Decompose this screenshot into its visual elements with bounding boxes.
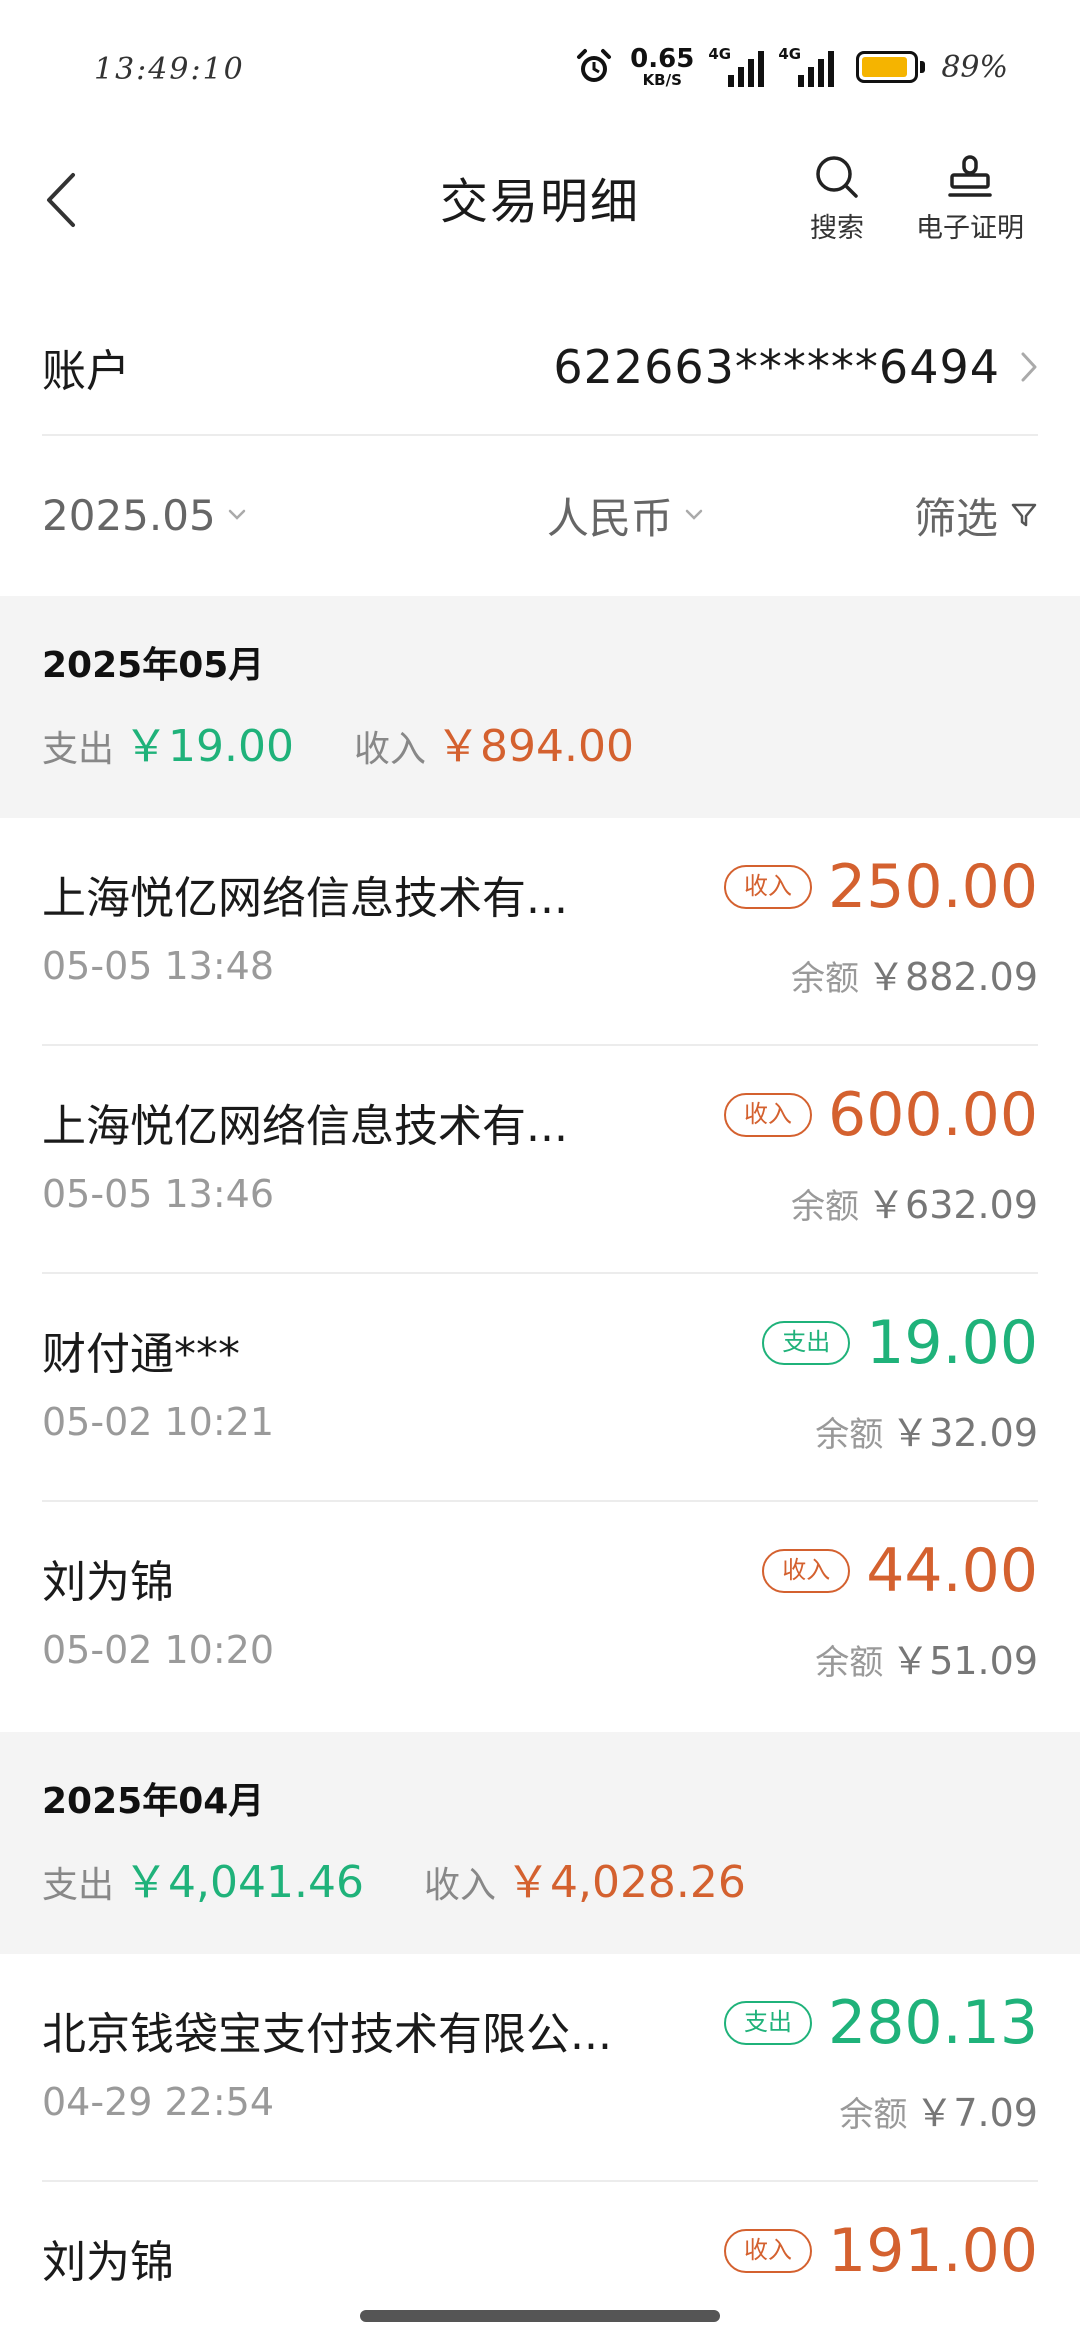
balance: 余额 ￥51.09 bbox=[815, 1639, 1038, 1683]
month-summary-2025-05: 2025年05月 支出 ￥19.00 收入 ￥894.00 bbox=[0, 596, 1080, 818]
transaction-row[interactable]: 刘为锦 05-02 10:20 收入 44.00 余额 ￥51.09 bbox=[42, 1502, 1038, 1730]
search-label: 搜索 bbox=[810, 213, 864, 244]
balance: 余额 ￥7.09 bbox=[839, 2091, 1038, 2135]
balance: 余额 ￥882.09 bbox=[791, 955, 1038, 999]
counterparty-name: 刘为锦 bbox=[42, 2237, 174, 2288]
header: 交易明细 搜索 电子证明 bbox=[0, 140, 1080, 260]
filter-button[interactable]: 筛选 bbox=[914, 485, 1038, 546]
battery-icon bbox=[856, 51, 926, 83]
stamp-icon bbox=[948, 155, 992, 197]
currency-filter-label: 人民币 bbox=[546, 493, 673, 543]
income-badge: 收入 bbox=[724, 2229, 813, 2273]
expense-label: 支出 bbox=[42, 1865, 115, 1906]
chevron-right-icon bbox=[1021, 352, 1037, 382]
expense-badge: 支出 bbox=[762, 1321, 851, 1365]
income-badge: 收入 bbox=[762, 1549, 851, 1593]
signal-icon-sim1: 4G bbox=[708, 45, 765, 87]
expense-label: 支出 bbox=[42, 729, 115, 770]
transaction-amount: 250.00 bbox=[828, 852, 1038, 922]
income-label: 收入 bbox=[353, 729, 426, 770]
battery-percent: 89% bbox=[941, 49, 1008, 85]
transaction-time: 05-02 10:21 bbox=[42, 1400, 275, 1444]
expense-total: ￥19.00 bbox=[124, 721, 294, 772]
status-bar: 13:49:10 0.65 KB/S 4G 4G 89% bbox=[0, 0, 1080, 140]
transaction-amount: 44.00 bbox=[866, 1536, 1038, 1606]
transaction-amount: 280.13 bbox=[828, 1988, 1038, 2058]
currency-filter[interactable]: 人民币 bbox=[547, 485, 703, 546]
transaction-row[interactable]: 财付通*** 05-02 10:21 支出 19.00 余额 ￥32.09 bbox=[42, 1274, 1038, 1502]
search-icon bbox=[816, 156, 858, 198]
income-badge: 收入 bbox=[724, 865, 813, 909]
transaction-row[interactable]: 上海悦亿网络信息技术有... 05-05 13:46 收入 600.00 余额 ￥… bbox=[42, 1046, 1038, 1274]
balance: 余额 ￥32.09 bbox=[815, 1411, 1038, 1455]
counterparty-name: 刘为锦 bbox=[42, 1557, 174, 1608]
transaction-amount: 191.00 bbox=[828, 2216, 1038, 2286]
date-filter[interactable]: 2025.05 bbox=[42, 491, 246, 540]
funnel-icon bbox=[1011, 503, 1037, 527]
expense-badge: 支出 bbox=[724, 2001, 813, 2045]
account-number: 622663******6494 bbox=[553, 340, 1000, 394]
e-certificate-label: 电子证明 bbox=[916, 213, 1024, 244]
month-summary-2025-04: 2025年04月 支出 ￥4,041.46 收入 ￥4,028.26 bbox=[0, 1732, 1080, 1954]
income-total: ￥4,028.26 bbox=[505, 1857, 746, 1908]
account-selector[interactable]: 账户 622663******6494 bbox=[42, 300, 1038, 436]
date-filter-label: 2025.05 bbox=[42, 490, 216, 540]
balance: 余额 ￥632.09 bbox=[791, 1183, 1038, 1227]
filter-label: 筛选 bbox=[913, 493, 998, 543]
transaction-time: 05-05 13:48 bbox=[42, 944, 275, 988]
signal-icon-sim2: 4G bbox=[778, 45, 835, 87]
transaction-row[interactable]: 上海悦亿网络信息技术有... 05-05 13:48 收入 250.00 余额 ￥… bbox=[42, 818, 1038, 1046]
transaction-time: 05-05 13:46 bbox=[42, 1172, 275, 1216]
status-time: 13:49:10 bbox=[94, 52, 245, 87]
search-button[interactable]: 搜索 bbox=[810, 154, 864, 245]
e-certificate-button[interactable]: 电子证明 bbox=[916, 154, 1024, 245]
counterparty-name: 北京钱袋宝支付技术有限公... bbox=[42, 2009, 612, 2060]
counterparty-name: 上海悦亿网络信息技术有... bbox=[42, 873, 568, 924]
chevron-down-icon bbox=[228, 509, 245, 520]
transaction-amount: 600.00 bbox=[828, 1080, 1038, 1150]
expense-total: ￥4,041.46 bbox=[124, 1857, 364, 1908]
net-speed: 0.65 KB/S bbox=[630, 44, 695, 89]
income-badge: 收入 bbox=[724, 1093, 813, 1137]
account-label: 账户 bbox=[42, 346, 130, 397]
transaction-amount: 19.00 bbox=[866, 1308, 1038, 1378]
chevron-down-icon bbox=[685, 509, 703, 520]
counterparty-name: 财付通*** bbox=[42, 1329, 240, 1380]
month-title: 2025年05月 bbox=[42, 645, 265, 686]
transaction-time: 04-29 22:54 bbox=[42, 2080, 275, 2124]
transaction-row[interactable]: 北京钱袋宝支付技术有限公... 04-29 22:54 支出 280.13 余额… bbox=[42, 1954, 1038, 2182]
income-total: ￥894.00 bbox=[436, 721, 634, 772]
alarm-icon bbox=[577, 49, 612, 82]
transaction-time: 05-02 10:20 bbox=[42, 1628, 275, 1672]
status-icons: 0.65 KB/S 4G 4G 89% bbox=[574, 42, 1008, 92]
income-label: 收入 bbox=[423, 1865, 496, 1906]
month-title: 2025年04月 bbox=[42, 1781, 265, 1822]
home-indicator[interactable] bbox=[360, 2310, 720, 2322]
filter-bar: 2025.05 人民币 筛选 bbox=[42, 440, 1038, 590]
counterparty-name: 上海悦亿网络信息技术有... bbox=[42, 1101, 568, 1152]
